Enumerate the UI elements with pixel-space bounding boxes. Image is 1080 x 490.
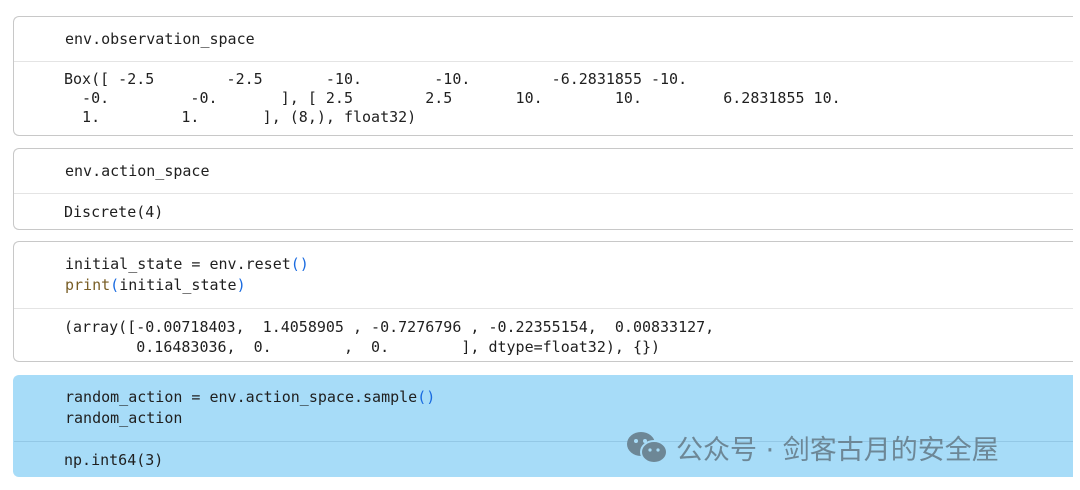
code-line: random_action <box>65 409 183 427</box>
wechat-icon <box>627 431 668 464</box>
output-text: Discrete(4) <box>64 203 164 221</box>
paren: () <box>417 388 436 406</box>
notebook-cell-observation-space[interactable]: env.observation_space Box([ -2.5 -2.5 -1… <box>13 16 1073 136</box>
notebook-cell-reset[interactable]: initial_state = env.reset() print(initia… <box>13 241 1073 362</box>
cell-output: (array([-0.00718403, 1.4058905 , -0.7276… <box>14 309 1073 357</box>
code: env.observation_space <box>65 30 255 48</box>
watermark-text: 公众号 · 剑客古月的安全屋 <box>676 435 999 466</box>
output-text: (array([-0.00718403, 1.4058905 , -0.7276… <box>64 318 715 356</box>
paren: ( <box>110 276 120 294</box>
code-line: random_action = env.action_space.sample <box>65 388 418 406</box>
cell-input[interactable]: initial_state = env.reset() print(initia… <box>14 242 1073 309</box>
cell-output: Box([ -2.5 -2.5 -10. -10. -6.2831855 -10… <box>14 62 1073 127</box>
paren: () <box>290 255 309 273</box>
code: random_action = env.action_space.sample(… <box>65 387 1073 429</box>
code-arg: initial_state <box>119 276 237 294</box>
cell-input[interactable]: env.observation_space <box>14 17 1073 62</box>
cell-output: Discrete(4) <box>14 194 1073 223</box>
paren: ) <box>236 276 246 294</box>
code: env.action_space <box>65 162 210 180</box>
watermark: 公众号 · 剑客古月的安全屋 <box>626 428 999 467</box>
cell-input[interactable]: env.action_space <box>14 149 1073 194</box>
notebook-cell-action-space[interactable]: env.action_space Discrete(4) <box>13 148 1073 230</box>
print-function: print <box>65 276 111 294</box>
code: initial_state = env.reset() print(initia… <box>65 254 1073 296</box>
output-text: Box([ -2.5 -2.5 -10. -10. -6.2831855 -10… <box>64 70 841 126</box>
code-line: initial_state = env.reset <box>65 255 291 273</box>
